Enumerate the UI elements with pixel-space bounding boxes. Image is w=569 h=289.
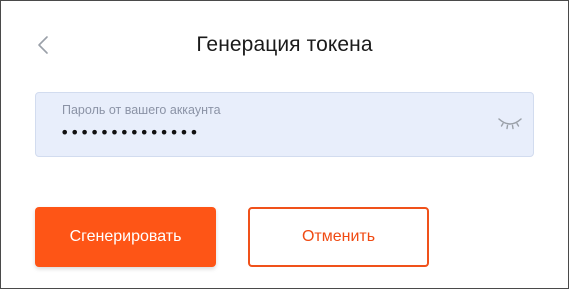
generate-button[interactable]: Сгенерировать — [35, 207, 216, 267]
token-generation-dialog: Генерация токена Пароль от вашего аккаун… — [0, 0, 569, 289]
password-field-label: Пароль от вашего аккаунта — [62, 103, 221, 117]
password-field[interactable]: Пароль от вашего аккаунта •••••••••••••• — [35, 92, 534, 157]
page-title: Генерация токена — [196, 33, 373, 56]
cancel-button[interactable]: Отменить — [248, 207, 429, 267]
password-input[interactable]: •••••••••••••• — [60, 123, 480, 142]
show-password-toggle[interactable] — [497, 113, 523, 133]
eye-closed-icon — [498, 118, 522, 130]
dialog-header: Генерация токена — [1, 25, 568, 65]
